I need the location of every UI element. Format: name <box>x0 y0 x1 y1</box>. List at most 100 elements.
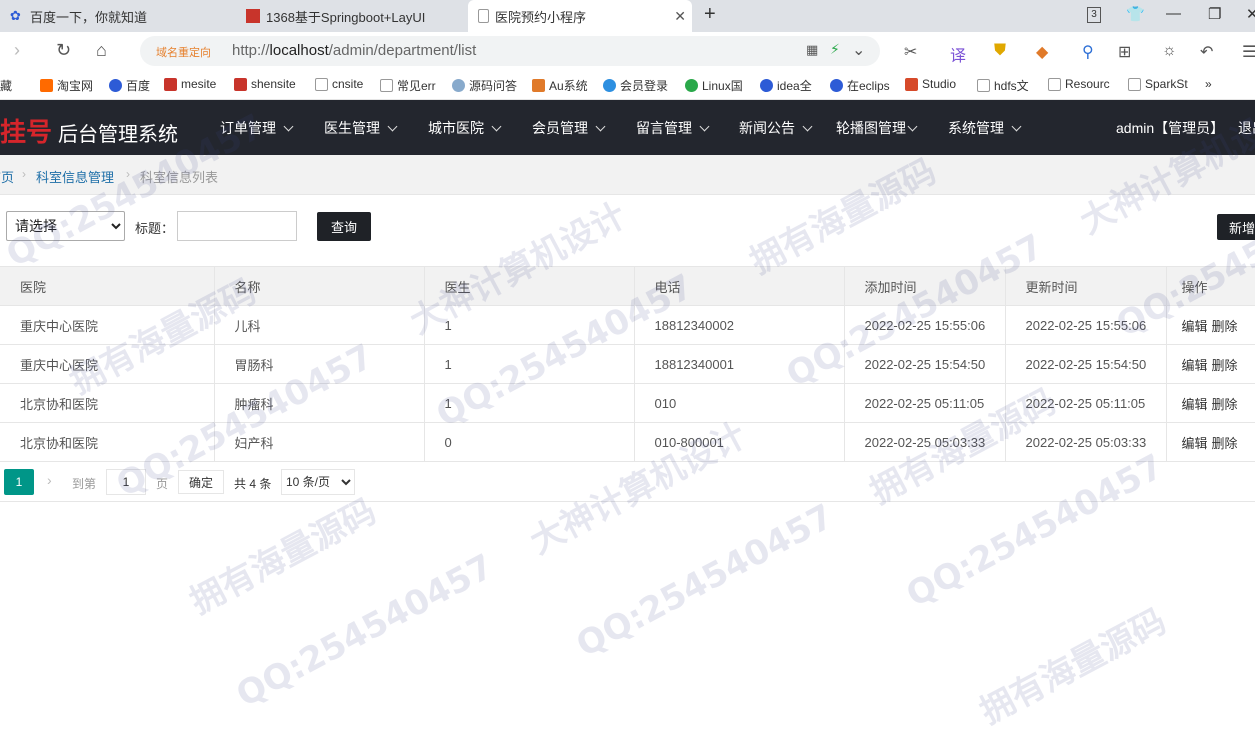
maximize-icon[interactable]: ❐ <box>1208 5 1221 23</box>
cell-doctors: 1 <box>424 344 635 384</box>
bookmark-item[interactable]: Studio <box>905 77 956 91</box>
bookmark-item[interactable]: idea全 <box>760 77 812 94</box>
tab-title: 医院预约小程序 <box>495 9 587 25</box>
reload-icon[interactable]: ↻ <box>56 40 71 61</box>
menu-orders[interactable]: 订单管理 <box>220 118 294 138</box>
cell-created: 2022-02-25 05:11:05 <box>844 383 1006 423</box>
baidu-paw-icon: ✿ <box>10 8 21 23</box>
grid-icon[interactable]: ⊞ <box>1118 42 1131 62</box>
cell-name: 儿科 <box>214 305 425 345</box>
edit-link[interactable]: 编辑 <box>1182 319 1208 334</box>
chevron-down-icon <box>699 121 710 131</box>
bookmark-item[interactable]: 会员登录 <box>603 77 668 94</box>
cell-actions: 编辑 删除 <box>1166 422 1255 462</box>
menu-messages[interactable]: 留言管理 <box>636 118 710 138</box>
sun-icon[interactable]: ☼ <box>1162 42 1177 60</box>
chevron-down-icon <box>491 121 502 131</box>
chevron-down-icon[interactable]: ⌄ <box>852 40 865 60</box>
delete-link[interactable]: 删除 <box>1212 358 1238 373</box>
chevron-down-icon <box>283 121 294 131</box>
menu-hospitals[interactable]: 城市医院 <box>428 118 502 138</box>
tab-count-badge[interactable]: 3 <box>1087 7 1101 23</box>
watermark-text: QQ:254540457 <box>570 496 840 666</box>
close-tab-icon[interactable]: ✕ <box>674 8 686 25</box>
bookmark-item[interactable]: Linux国 <box>685 77 743 94</box>
scissors-icon[interactable]: ✂ <box>904 42 917 62</box>
bookmark-item[interactable]: hdfs文 <box>977 77 1029 94</box>
close-window-icon[interactable]: ✕ <box>1246 5 1255 23</box>
cell-phone: 18812340002 <box>634 305 845 345</box>
search-icon[interactable]: ⚲ <box>1082 42 1094 62</box>
bookmark-item[interactable]: shensite <box>234 77 296 91</box>
logo-brand: 就挂号 <box>0 118 53 148</box>
redirect-tag: 域名重定向 <box>156 47 211 59</box>
url-box[interactable]: 域名重定向 http://localhost/admin/department/… <box>140 36 880 66</box>
cell-phone: 010 <box>634 383 845 423</box>
bookmark-item[interactable]: cnsite <box>315 77 363 91</box>
browser-tab-strip: ✿ 百度一下，你就知道 1368基于Springboot+LayUI 医院预约小… <box>0 0 1255 32</box>
bookmark-item[interactable]: 淘宝网 <box>40 77 93 94</box>
browser-tab-baidu[interactable]: ✿ 百度一下，你就知道 <box>0 0 228 32</box>
menu-doctors[interactable]: 医生管理 <box>324 118 398 138</box>
cell-updated: 2022-02-25 15:55:06 <box>1005 305 1167 345</box>
title-input[interactable] <box>177 211 297 241</box>
goto-confirm-button[interactable]: 确定 <box>178 470 224 494</box>
goto-page-input[interactable] <box>106 469 146 495</box>
bookmark-item[interactable]: Resourc <box>1048 77 1110 91</box>
undo-icon[interactable]: ↶ <box>1200 42 1213 62</box>
cell-phone: 010-800001 <box>634 422 845 462</box>
shirt-icon[interactable]: 👕 <box>1126 5 1145 23</box>
browser-tab-springboot[interactable]: 1368基于Springboot+LayUI <box>236 0 460 32</box>
browser-tab-hospital[interactable]: 医院预约小程序 ✕ <box>468 0 692 32</box>
cell-actions: 编辑 删除 <box>1166 344 1255 384</box>
bookmarks-overflow[interactable]: » <box>1205 77 1212 91</box>
current-user[interactable]: admin【管理员】 <box>1116 118 1224 138</box>
fox-extension-icon[interactable]: ◆ <box>1036 42 1048 62</box>
cell-name: 肿瘤科 <box>214 383 425 423</box>
cell-doctors: 1 <box>424 383 635 423</box>
column-created: 添加时间 <box>844 266 1006 306</box>
delete-link[interactable]: 删除 <box>1212 319 1238 334</box>
url-text[interactable]: http://localhost/admin/department/list <box>232 42 476 59</box>
breadcrumb-home[interactable]: 首页 <box>0 167 14 186</box>
total-count: 共 4 条 <box>234 477 272 491</box>
edit-link[interactable]: 编辑 <box>1182 358 1208 373</box>
next-page-icon[interactable]: › <box>47 472 52 488</box>
edit-link[interactable]: 编辑 <box>1182 397 1208 412</box>
bookmark-item[interactable]: 百度 <box>109 77 150 94</box>
translate-icon[interactable]: 译 <box>950 42 966 66</box>
menu-carousel[interactable]: 轮播图管理 <box>836 118 918 138</box>
breadcrumb-current: 科室信息列表 <box>140 170 219 185</box>
page-icon <box>478 9 489 23</box>
menu-news[interactable]: 新闻公告 <box>739 118 813 138</box>
menu-members[interactable]: 会员管理 <box>532 118 606 138</box>
delete-link[interactable]: 删除 <box>1212 397 1238 412</box>
add-button[interactable]: 新增 <box>1217 214 1255 240</box>
minimize-icon[interactable]: — <box>1166 5 1181 22</box>
forward-icon[interactable]: › <box>14 40 20 61</box>
page-button-current[interactable]: 1 <box>4 469 34 495</box>
breadcrumb-dept-management[interactable]: 科室信息管理 <box>36 167 114 186</box>
home-icon[interactable]: ⌂ <box>96 40 107 61</box>
delete-link[interactable]: 删除 <box>1212 436 1238 451</box>
bolt-icon[interactable]: ⚡ <box>830 41 840 58</box>
bookmark-item[interactable]: 源码问答 <box>452 77 517 94</box>
bookmark-item[interactable]: mesite <box>164 77 216 91</box>
page-size-select[interactable]: 10 条/页 <box>281 469 355 495</box>
menu-icon[interactable]: ☰ <box>1242 42 1255 62</box>
bookmark-item[interactable]: SparkSt <box>1128 77 1188 91</box>
query-button[interactable]: 查询 <box>317 212 371 241</box>
edit-link[interactable]: 编辑 <box>1182 436 1208 451</box>
title-label: 标题： <box>135 221 175 236</box>
qr-icon[interactable]: ▦ <box>806 42 818 58</box>
cell-hospital: 重庆中心医院 <box>0 305 215 345</box>
logout-link[interactable]: 退出 <box>1238 118 1255 138</box>
bookmark-item[interactable]: Au系统 <box>532 77 588 94</box>
bookmark-item[interactable]: 藏 <box>0 77 12 94</box>
hospital-select[interactable]: 请选择 <box>6 211 125 241</box>
shield-icon[interactable]: ⛊ <box>994 42 1006 60</box>
bookmark-item[interactable]: 在eclips <box>830 77 890 94</box>
menu-system[interactable]: 系统管理 <box>948 118 1022 138</box>
new-tab-button[interactable]: + <box>704 3 716 26</box>
bookmark-item[interactable]: 常见err <box>380 77 436 94</box>
